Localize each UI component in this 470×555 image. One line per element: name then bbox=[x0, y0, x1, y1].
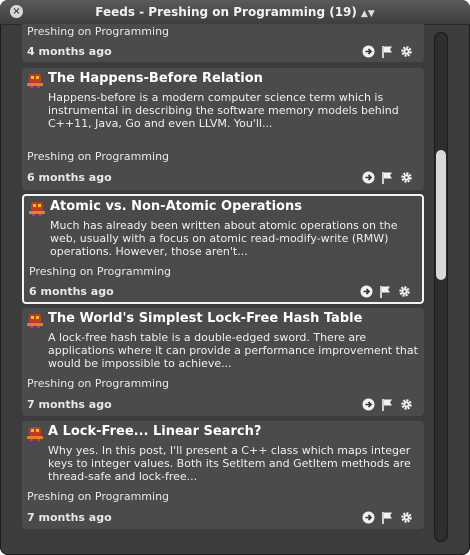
article-card[interactable]: The World's Simplest Lock-Free Hash Tabl… bbox=[22, 308, 424, 416]
window-title[interactable]: Feeds - Preshing on Programming (19) ▲▼ bbox=[0, 5, 470, 19]
article-title[interactable]: The World's Simplest Lock-Free Hash Tabl… bbox=[48, 311, 362, 326]
article-feed: Preshing on Programming bbox=[29, 265, 172, 278]
article-title[interactable]: A Lock-Free... Linear Search? bbox=[48, 424, 261, 439]
open-arrow-icon[interactable] bbox=[362, 45, 375, 58]
flag-icon[interactable] bbox=[381, 171, 394, 184]
scrollbar-thumb[interactable] bbox=[436, 150, 446, 280]
vertical-scrollbar[interactable] bbox=[434, 32, 448, 542]
sort-arrows-icon[interactable]: ▲▼ bbox=[361, 9, 375, 19]
flag-icon[interactable] bbox=[379, 285, 392, 298]
article-actions bbox=[362, 171, 414, 185]
article-card-selected[interactable]: Atomic vs. Non-Atomic Operations Much ha… bbox=[22, 194, 424, 304]
article-feed: Preshing on Programming bbox=[27, 490, 170, 503]
feed-icon bbox=[27, 314, 43, 328]
gear-icon[interactable] bbox=[400, 45, 413, 58]
flag-icon[interactable] bbox=[381, 45, 394, 58]
article-title[interactable]: Atomic vs. Non-Atomic Operations bbox=[50, 199, 302, 214]
article-list[interactable]: Preshing on Programming 4 months ago The… bbox=[22, 24, 424, 542]
article-title[interactable]: The Happens-Before Relation bbox=[48, 71, 263, 86]
article-date: 7 months ago bbox=[27, 398, 112, 411]
article-feed: Preshing on Programming bbox=[27, 25, 170, 38]
feed-icon bbox=[29, 202, 45, 216]
article-actions bbox=[362, 511, 414, 525]
gear-icon[interactable] bbox=[400, 398, 413, 411]
feeds-window: × Feeds - Preshing on Programming (19) ▲▼… bbox=[0, 0, 470, 555]
article-card[interactable]: A Lock-Free... Linear Search? Why yes. I… bbox=[22, 421, 424, 529]
title-bar: × Feeds - Preshing on Programming (19) ▲▼ bbox=[0, 0, 470, 25]
gear-icon[interactable] bbox=[398, 285, 411, 298]
article-excerpt: Happens-before is a modern computer scie… bbox=[48, 91, 399, 130]
open-arrow-icon[interactable] bbox=[360, 285, 373, 298]
open-arrow-icon[interactable] bbox=[362, 398, 375, 411]
article-date: 4 months ago bbox=[27, 45, 112, 58]
feed-icon bbox=[27, 74, 43, 88]
feed-icon bbox=[27, 427, 43, 441]
article-date: 7 months ago bbox=[27, 511, 112, 524]
article-feed: Preshing on Programming bbox=[27, 150, 170, 163]
open-arrow-icon[interactable] bbox=[362, 511, 375, 524]
article-excerpt: Much has already been written about atom… bbox=[50, 219, 398, 258]
flag-icon[interactable] bbox=[381, 398, 394, 411]
article-card[interactable]: The Happens-Before Relation Happens-befo… bbox=[22, 68, 424, 190]
gear-icon[interactable] bbox=[400, 171, 413, 184]
article-date: 6 months ago bbox=[29, 285, 114, 298]
article-actions bbox=[360, 285, 412, 299]
gear-icon[interactable] bbox=[400, 511, 413, 524]
flag-icon[interactable] bbox=[381, 511, 394, 524]
article-date: 6 months ago bbox=[27, 171, 112, 184]
article-excerpt: A lock-free hash table is a double-edged… bbox=[48, 331, 418, 370]
article-actions bbox=[362, 45, 414, 59]
article-excerpt: Why yes. In this post, I'll present a C+… bbox=[48, 444, 411, 483]
article-card-partial[interactable]: Preshing on Programming 4 months ago bbox=[22, 24, 424, 62]
article-feed: Preshing on Programming bbox=[27, 377, 170, 390]
window-title-text: Feeds - Preshing on Programming (19) bbox=[95, 5, 357, 19]
article-actions bbox=[362, 398, 414, 412]
open-arrow-icon[interactable] bbox=[362, 171, 375, 184]
